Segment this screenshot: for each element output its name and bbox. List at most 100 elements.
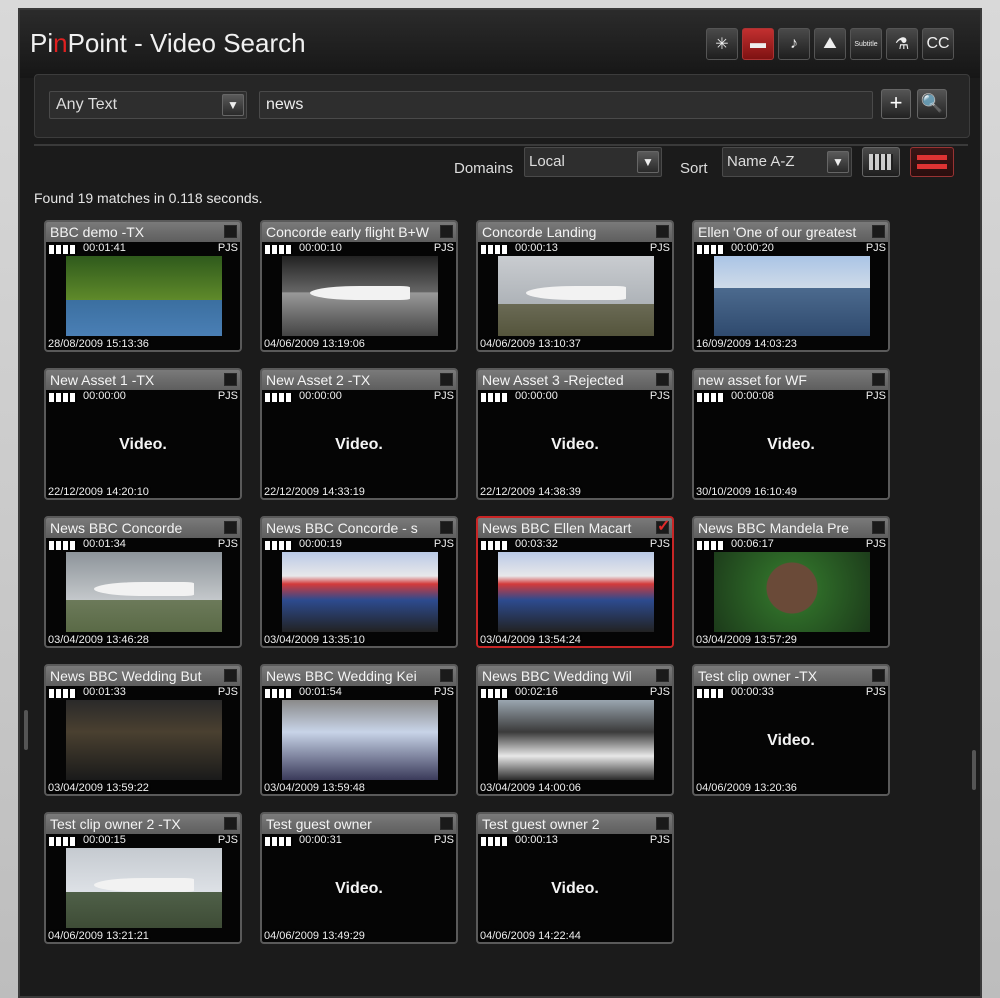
link-filter-button[interactable]: ⚗ <box>886 28 918 60</box>
video-thumbnail[interactable] <box>262 538 456 646</box>
thumbnail-view-button[interactable] <box>910 147 954 177</box>
search-button[interactable]: 🔍 <box>917 89 947 119</box>
select-checkbox[interactable] <box>872 225 885 238</box>
video-thumbnail[interactable]: Video. <box>478 390 672 498</box>
film-strip-icon <box>481 393 509 402</box>
select-checkbox[interactable] <box>656 225 669 238</box>
video-card[interactable]: New Asset 3 -Rejected Video. 00:00:00 PJS 22… <box>476 368 674 500</box>
select-checkbox[interactable] <box>440 521 453 534</box>
chevron-down-icon[interactable]: ▼ <box>827 151 849 173</box>
search-input[interactable] <box>259 91 873 119</box>
video-thumbnail[interactable] <box>46 686 240 794</box>
video-card[interactable]: News BBC Concorde 00:01:34 PJS 03/04/2009 1… <box>44 516 242 648</box>
search-field-type-select[interactable]: Any Text ▼ <box>49 91 247 119</box>
thumbnail-image <box>714 552 870 632</box>
video-card-meta: 00:03:32 PJS <box>478 538 672 552</box>
audio-filter-button[interactable]: ♪ <box>778 28 810 60</box>
video-card[interactable]: Test clip owner 2 -TX 00:00:15 PJS 04/06/20… <box>44 812 242 944</box>
video-thumbnail[interactable]: Video. <box>46 390 240 498</box>
video-card[interactable]: News BBC Mandela Pre 00:06:17 PJS 03/04/200… <box>692 516 890 648</box>
video-card[interactable]: new asset for WF Video. 00:00:08 PJS 30/10/2… <box>692 368 890 500</box>
select-checkbox[interactable] <box>440 225 453 238</box>
sort-select[interactable]: Name A-Z ▼ <box>722 147 852 177</box>
select-checkbox[interactable] <box>440 817 453 830</box>
select-checkbox[interactable] <box>872 373 885 386</box>
video-card[interactable]: Test guest owner Video. 00:00:31 PJS 04/06/2… <box>260 812 458 944</box>
video-thumbnail[interactable] <box>262 242 456 350</box>
select-checkbox[interactable] <box>656 373 669 386</box>
video-card[interactable]: Concorde early flight B+W 00:00:10 PJS 04/0… <box>260 220 458 352</box>
image-filter-button[interactable]: ✳ <box>706 28 738 60</box>
video-card[interactable]: News BBC Wedding Kei 00:01:54 PJS 03/04/200… <box>260 664 458 796</box>
video-card-title: New Asset 3 -Rejected <box>478 370 672 390</box>
select-checkbox[interactable] <box>440 669 453 682</box>
video-card[interactable]: New Asset 2 -TX Video. 00:00:00 PJS 22/12/20… <box>260 368 458 500</box>
video-card[interactable]: Test guest owner 2 Video. 00:00:13 PJS 04/06… <box>476 812 674 944</box>
video-thumbnail[interactable]: Video. <box>262 390 456 498</box>
video-thumbnail[interactable] <box>46 242 240 350</box>
left-edge-handle[interactable] <box>24 710 28 750</box>
select-checkbox[interactable] <box>872 521 885 534</box>
video-thumbnail[interactable] <box>694 538 888 646</box>
video-card-meta: 00:06:17 PJS <box>694 538 888 552</box>
video-thumbnail[interactable] <box>478 242 672 350</box>
audio-filter-icon: ♪ <box>790 35 798 52</box>
video-card[interactable]: News BBC Wedding But 00:01:33 PJS 03/04/200… <box>44 664 242 796</box>
select-checkbox[interactable] <box>872 669 885 682</box>
grid-view-button[interactable] <box>862 147 900 177</box>
select-checkbox[interactable] <box>656 669 669 682</box>
thumbnail-image <box>714 256 870 336</box>
video-thumbnail[interactable]: Video. <box>262 834 456 942</box>
video-thumbnail[interactable] <box>46 538 240 646</box>
chevron-down-icon[interactable]: ▼ <box>637 151 659 173</box>
chart-filter-button[interactable]: ⛰ <box>814 28 846 60</box>
add-criteria-button[interactable]: + <box>881 89 911 119</box>
video-card[interactable]: BBC demo -TX 00:01:41 PJS 28/08/2009 15:13:… <box>44 220 242 352</box>
video-date: 04/06/2009 13:20:36 <box>696 782 797 794</box>
film-strip-icon <box>697 541 725 550</box>
select-checkbox[interactable] <box>656 518 670 536</box>
film-strip-icon <box>49 245 77 254</box>
video-card-meta: 00:00:00 PJS <box>262 390 456 404</box>
video-card[interactable]: News BBC Wedding Wil 00:02:16 PJS 03/04/200… <box>476 664 674 796</box>
film-strip-icon <box>49 393 77 402</box>
video-thumbnail[interactable] <box>478 538 672 646</box>
video-card[interactable]: News BBC Concorde - s 00:00:19 PJS 03/04/20… <box>260 516 458 648</box>
select-checkbox[interactable] <box>224 225 237 238</box>
video-owner: PJS <box>649 390 670 402</box>
cc-filter-button[interactable]: CC <box>922 28 954 60</box>
video-duration: 00:00:20 <box>731 242 774 254</box>
cc-filter-icon: CC <box>926 35 950 52</box>
video-thumbnail[interactable] <box>694 242 888 350</box>
video-card[interactable]: Test clip owner -TX Video. 00:00:33 PJS 04/0… <box>692 664 890 796</box>
divider <box>34 144 968 146</box>
select-checkbox[interactable] <box>224 373 237 386</box>
select-checkbox[interactable] <box>224 521 237 534</box>
video-thumbnail[interactable] <box>46 834 240 942</box>
video-thumbnail[interactable]: Video. <box>694 390 888 498</box>
select-checkbox[interactable] <box>224 817 237 830</box>
right-edge-handle[interactable] <box>972 750 976 790</box>
chevron-down-icon[interactable]: ▼ <box>222 94 244 116</box>
select-checkbox[interactable] <box>224 669 237 682</box>
video-filter-button[interactable]: ▬ <box>742 28 774 60</box>
video-card-title: New Asset 1 -TX <box>46 370 240 390</box>
film-strip-icon <box>49 689 77 698</box>
select-checkbox[interactable] <box>656 817 669 830</box>
thumbnail-image <box>66 848 222 928</box>
video-thumbnail[interactable] <box>478 686 672 794</box>
select-checkbox[interactable] <box>440 373 453 386</box>
video-thumbnail[interactable]: Video. <box>694 686 888 794</box>
video-card[interactable]: Ellen 'One of our greatest 00:00:20 PJS 16/… <box>692 220 890 352</box>
video-card[interactable]: Concorde Landing 00:00:13 PJS 04/06/2009 13… <box>476 220 674 352</box>
subtitle-filter-button[interactable]: Subtitle <box>850 28 882 60</box>
domains-select[interactable]: Local ▼ <box>524 147 662 177</box>
video-card[interactable]: News BBC Ellen Macart00:03:32 PJS 03/04/20… <box>476 516 674 648</box>
video-card-title: BBC demo -TX <box>46 222 240 242</box>
video-owner: PJS <box>649 538 670 550</box>
thumbnail-image <box>282 552 438 632</box>
video-card[interactable]: New Asset 1 -TX Video. 00:00:00 PJS 22/12/20… <box>44 368 242 500</box>
video-thumbnail[interactable] <box>262 686 456 794</box>
video-thumbnail[interactable]: Video. <box>478 834 672 942</box>
video-card-meta: 00:00:10 PJS <box>262 242 456 256</box>
